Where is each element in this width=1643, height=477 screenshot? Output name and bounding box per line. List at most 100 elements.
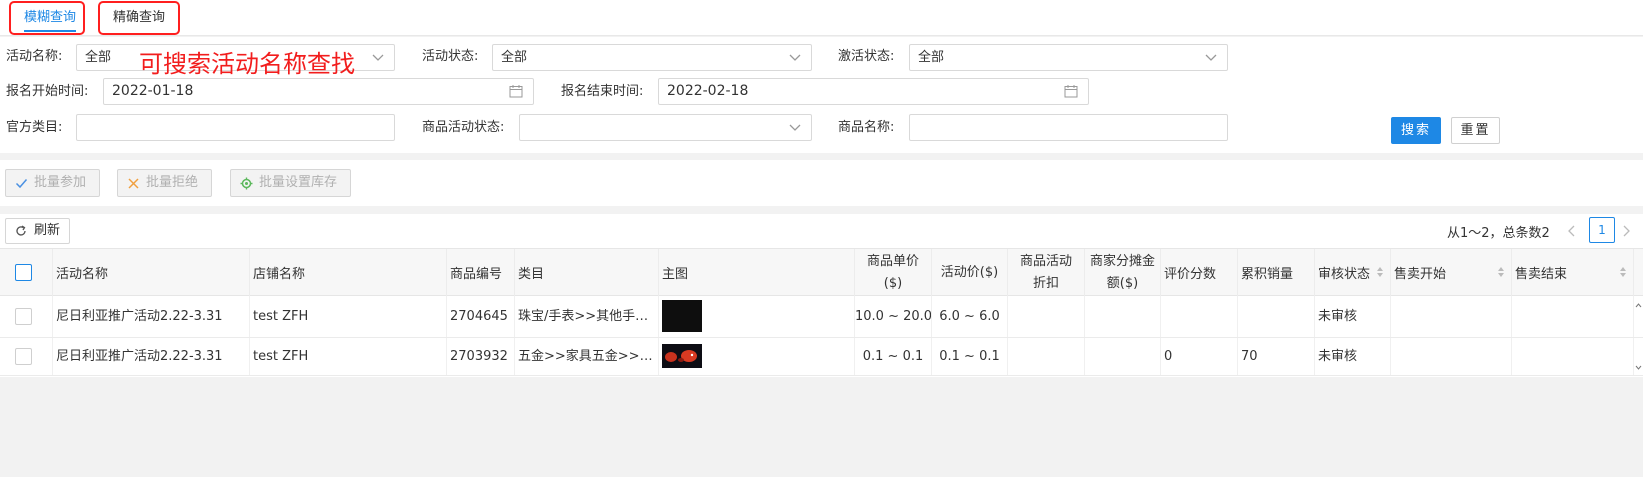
column-header-sale-start[interactable]: 售卖开始 <box>1391 249 1512 296</box>
cell-discount <box>1008 296 1085 337</box>
select-all-checkbox[interactable] <box>15 264 32 281</box>
column-header-review-status[interactable]: 审核状态 <box>1315 249 1391 296</box>
column-header-rating[interactable]: 评价分数 <box>1161 249 1238 296</box>
chevron-down-icon <box>1205 54 1217 61</box>
cell-merchant-share <box>1085 338 1161 375</box>
calendar-icon[interactable] <box>509 84 523 98</box>
product-activity-status-select[interactable] <box>519 114 812 141</box>
product-thumbnail[interactable] <box>662 300 702 332</box>
row-checkbox[interactable] <box>15 348 32 365</box>
pagination-info: 从1～2，总条数2 <box>1447 226 1550 241</box>
reset-button[interactable]: 重置 <box>1451 117 1500 144</box>
annotation-text: 可搜索活动名称查找 <box>139 50 355 78</box>
highlight-box-exact <box>98 1 180 35</box>
activity-status-value: 全部 <box>501 50 528 65</box>
page-number-button[interactable]: 1 <box>1589 217 1615 243</box>
cell-sales <box>1238 296 1315 337</box>
column-header-shop-name[interactable]: 店铺名称 <box>250 249 447 296</box>
cell-unit-price: 0.1 ~ 0.1 <box>855 338 932 375</box>
row-select-cell <box>0 296 53 337</box>
cell-activity-price: 6.0 ~ 6.0 <box>932 296 1008 337</box>
vertical-scrollbar[interactable] <box>1634 296 1643 377</box>
column-header-sales[interactable]: 累积销量 <box>1238 249 1315 296</box>
column-header-merchant-share[interactable]: 商家分摊金额($) <box>1085 249 1161 296</box>
sort-icon[interactable] <box>1376 265 1384 279</box>
column-header-unit-price[interactable]: 商品单价($) <box>855 249 932 296</box>
table-header: 活动名称 店铺名称 商品编号 类目 主图 商品单价($) 活动价($) 商品活动… <box>0 248 1643 296</box>
table-row[interactable]: 尼日利亚推广活动2.22-3.31 test ZFH 2703932 五金>>家… <box>0 338 1643 376</box>
cell-product-no: 2704645 <box>447 296 515 337</box>
cell-shop-name: test ZFH <box>250 338 447 375</box>
refresh-label: 刷新 <box>34 223 61 238</box>
signup-start-label: 报名开始时间: <box>6 84 89 99</box>
product-name-input[interactable] <box>909 114 1228 141</box>
chevron-down-icon <box>789 54 801 61</box>
cell-shop-name: test ZFH <box>250 296 447 337</box>
chevron-right-icon[interactable] <box>1621 225 1631 237</box>
cell-sale-start <box>1391 338 1512 375</box>
cell-sale-end <box>1512 296 1634 337</box>
cell-review-status: 未审核 <box>1315 296 1391 337</box>
batch-reject-label: 批量拒绝 <box>146 175 199 190</box>
batch-join-button[interactable]: 批量参加 <box>5 169 100 197</box>
column-header-sale-end[interactable]: 售卖结束 <box>1512 249 1634 296</box>
refresh-button[interactable]: 刷新 <box>5 218 70 244</box>
data-grid: 刷新 从1～2，总条数2 1 活动名称 店铺名称 商品编号 类目 主图 商品单价… <box>0 214 1643 377</box>
column-header-activity-name[interactable]: 活动名称 <box>53 249 250 296</box>
cell-product-no: 2703932 <box>447 338 515 375</box>
activation-status-value: 全部 <box>918 50 945 65</box>
cell-activity-name: 尼日利亚推广活动2.22-3.31 <box>53 296 250 337</box>
activity-name-value: 全部 <box>85 50 112 65</box>
signup-end-value: 2022-02-18 <box>667 83 749 99</box>
chevron-down-icon <box>372 54 384 61</box>
cell-rating <box>1161 296 1238 337</box>
sale-end-header-label: 售卖结束 <box>1515 267 1568 282</box>
refresh-icon <box>16 225 26 236</box>
activity-name-label: 活动名称: <box>6 49 63 64</box>
gear-icon <box>240 177 253 190</box>
row-select-cell <box>0 338 53 375</box>
sort-icon[interactable] <box>1619 265 1627 279</box>
product-thumbnail[interactable] <box>662 344 702 368</box>
column-header-product-no[interactable]: 商品编号 <box>447 249 515 296</box>
cell-sales: 70 <box>1238 338 1315 375</box>
cell-main-image <box>659 338 855 375</box>
calendar-icon[interactable] <box>1064 84 1078 98</box>
cell-sale-start <box>1391 296 1512 337</box>
activation-status-label: 激活状态: <box>838 49 895 64</box>
signup-end-label: 报名结束时间: <box>561 84 644 99</box>
cell-merchant-share <box>1085 296 1161 337</box>
signup-start-date[interactable]: 2022-01-18 <box>103 78 534 105</box>
row-checkbox[interactable] <box>15 308 32 325</box>
sort-icon[interactable] <box>1497 265 1505 279</box>
batch-set-stock-button[interactable]: 批量设置库存 <box>230 169 351 197</box>
search-button[interactable]: 搜索 <box>1391 117 1441 144</box>
header-select-cell <box>0 249 53 296</box>
tab-bar: 模糊查询 精确查询 <box>0 0 1643 36</box>
table-row[interactable]: 尼日利亚推广活动2.22-3.31 test ZFH 2704645 珠宝/手表… <box>0 296 1643 338</box>
fish-image-icon <box>665 350 697 362</box>
cell-category: 珠宝/手表>>其他手… <box>515 296 659 337</box>
highlight-box-fuzzy <box>9 1 85 35</box>
column-header-discount[interactable]: 商品活动折扣 <box>1008 249 1085 296</box>
chevron-left-icon[interactable] <box>1567 225 1577 237</box>
column-header-category[interactable]: 类目 <box>515 249 659 296</box>
cell-discount <box>1008 338 1085 375</box>
column-header-activity-price[interactable]: 活动价($) <box>932 249 1008 296</box>
batch-set-stock-label: 批量设置库存 <box>259 175 338 190</box>
cell-rating: 0 <box>1161 338 1238 375</box>
cell-sale-end <box>1512 338 1634 375</box>
column-header-main-image[interactable]: 主图 <box>659 249 855 296</box>
official-category-input[interactable] <box>76 114 395 141</box>
cell-review-status: 未审核 <box>1315 338 1391 375</box>
review-status-header-label: 审核状态 <box>1318 267 1371 282</box>
activity-status-select[interactable]: 全部 <box>492 44 812 71</box>
product-activity-status-label: 商品活动状态: <box>422 120 505 135</box>
chevron-down-icon <box>789 124 801 131</box>
batch-reject-button[interactable]: 批量拒绝 <box>117 169 212 197</box>
batch-join-label: 批量参加 <box>34 175 87 190</box>
activation-status-select[interactable]: 全部 <box>909 44 1228 71</box>
signup-end-date[interactable]: 2022-02-18 <box>658 78 1089 105</box>
product-name-label: 商品名称: <box>838 120 895 135</box>
cell-activity-price: 0.1 ~ 0.1 <box>932 338 1008 375</box>
